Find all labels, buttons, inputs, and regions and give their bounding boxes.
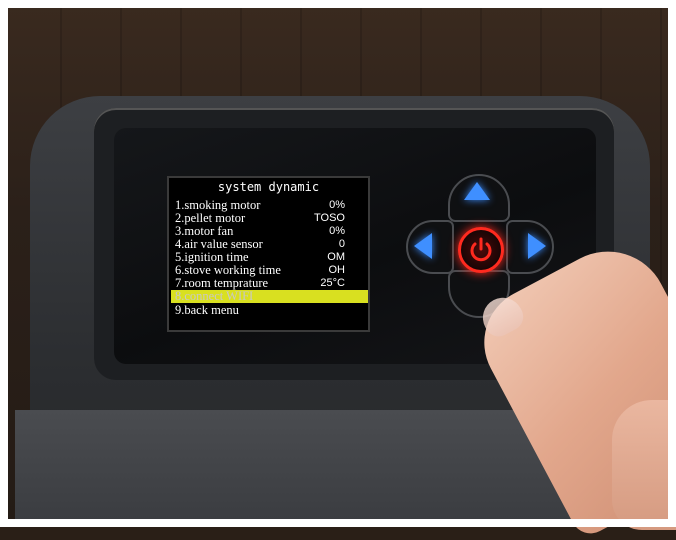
menu-item-value: OM [327,251,345,263]
power-button[interactable] [458,227,504,273]
power-icon [470,237,492,262]
chevron-right-icon [528,233,546,259]
menu-item-value: TOSO [314,212,345,224]
chevron-left-icon [414,233,432,259]
menu-item-label: 9.back menu [175,303,239,317]
menu-item-label: 8.connect WIFI [175,289,254,303]
menu-item-value: 0 [338,238,345,250]
chevron-up-icon [464,182,490,200]
thumb [612,400,676,530]
menu-item-back-menu[interactable]: 9.back menu [175,304,365,317]
menu-item-value: 0% [329,225,345,237]
menu-item-connect-wifi[interactable]: 8.connect WIFI [171,290,368,303]
screen-title: system dynamic [217,180,320,194]
lcd-screen: system dynamic 1.smoking motor 0% 2.pell… [167,176,370,332]
menu-item-value: OH [328,264,346,276]
menu-item-value: 0% [329,199,345,211]
menu-item-value: 25°C [320,277,345,289]
